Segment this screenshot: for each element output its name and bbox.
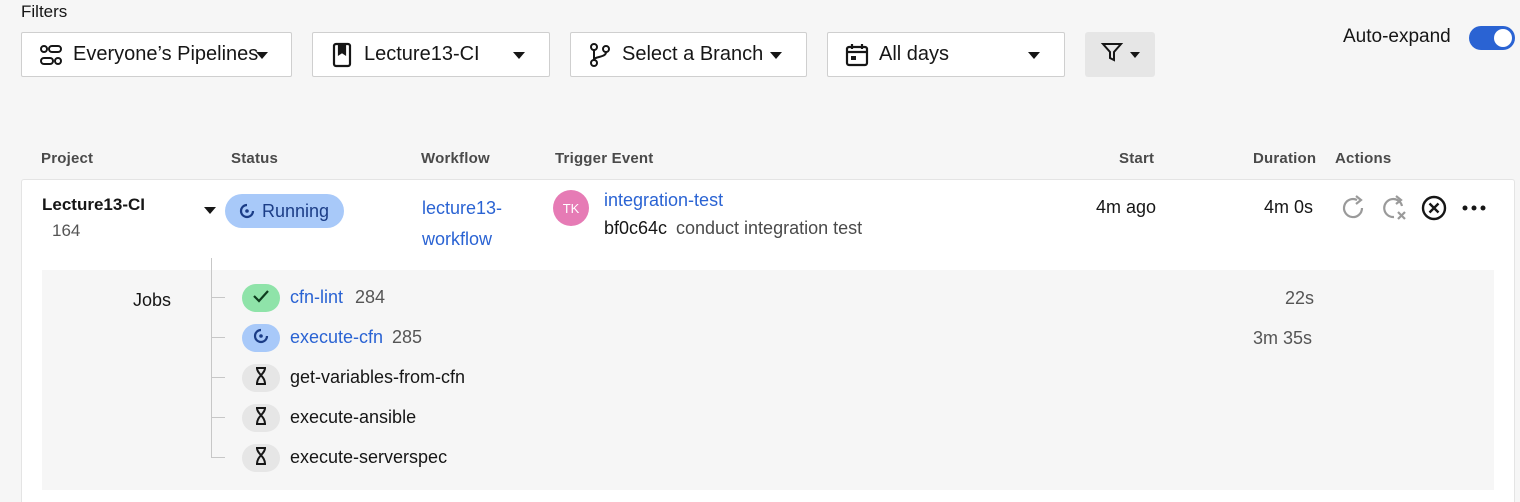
column-header-project: Project: [41, 150, 94, 167]
job-duration: 22s: [1285, 288, 1315, 308]
chevron-down-icon: [256, 52, 268, 59]
column-header-workflow: Workflow: [421, 150, 490, 167]
workflow-line-1: lecture13-: [422, 198, 503, 218]
branch-icon: [587, 42, 613, 68]
column-header-actions: Actions: [1335, 150, 1392, 167]
job-status-success-badge: [242, 284, 280, 312]
rerun-failed-icon: [1380, 194, 1408, 227]
cancel-icon: [1420, 194, 1448, 227]
chevron-down-icon: [513, 52, 525, 59]
job-status-queued-badge: [242, 364, 280, 392]
running-icon: [238, 202, 256, 220]
pipelines-filter-label: Everyone’s Pipelines: [73, 43, 259, 65]
commit-message: conduct integration test: [676, 218, 863, 238]
trigger-link[interactable]: integration-test: [604, 190, 723, 211]
column-header-start: Start: [1119, 150, 1155, 167]
more-actions-button[interactable]: [1460, 196, 1488, 224]
filters-title: Filters: [21, 2, 68, 21]
check-icon: [252, 287, 270, 310]
advanced-filter-button[interactable]: [1085, 32, 1155, 77]
branch-filter-label: Select a Branch: [622, 43, 764, 65]
hourglass-icon: [254, 446, 268, 470]
job-duration: 3m 35s: [1253, 328, 1313, 348]
job-status-queued-badge: [242, 444, 280, 472]
running-icon: [252, 327, 270, 350]
job-name: get-variables-from-cfn: [290, 367, 466, 387]
jobs-label: Jobs: [133, 290, 172, 310]
commit-sha[interactable]: bf0c64c: [604, 218, 667, 239]
column-header-duration: Duration: [1253, 150, 1317, 167]
auto-expand-label: Auto-expand: [1343, 26, 1451, 47]
hourglass-icon: [254, 406, 268, 430]
project-filter-dropdown[interactable]: Lecture13-CI: [312, 32, 550, 77]
tree-line: [211, 258, 212, 458]
column-header-trigger: Trigger Event: [555, 150, 654, 167]
job-link[interactable]: execute-cfn: [290, 327, 383, 348]
funnel-icon: [1100, 40, 1124, 69]
job-status-queued-badge: [242, 404, 280, 432]
chevron-down-icon: [1028, 52, 1040, 59]
job-name: execute-serverspec: [290, 447, 448, 467]
pipeline-duration: 4m 0s: [1264, 197, 1314, 217]
workflow-link[interactable]: lecture13- workflow: [422, 193, 532, 255]
pipelines-icon: [38, 42, 64, 68]
auto-expand-toggle[interactable]: [1469, 26, 1515, 50]
column-header-status: Status: [231, 150, 279, 167]
job-number: 285: [392, 327, 423, 347]
project-filter-label: Lecture13-CI: [364, 43, 480, 65]
collapse-toggle-icon[interactable]: [204, 207, 216, 214]
job-status-running-badge: [242, 324, 280, 352]
workflow-line-2: workflow: [422, 229, 493, 249]
branch-filter-dropdown[interactable]: Select a Branch: [570, 32, 807, 77]
rerun-failed-button[interactable]: [1380, 194, 1408, 227]
status-badge: Running: [225, 194, 344, 228]
pipeline-number: 164: [52, 221, 81, 240]
bookmark-icon: [329, 42, 355, 68]
calendar-icon: [844, 42, 870, 68]
avatar: TK: [553, 190, 589, 226]
status-label: Running: [262, 200, 330, 221]
days-filter-label: All days: [879, 43, 950, 65]
project-name: Lecture13-CI: [42, 195, 145, 214]
chevron-down-icon: [1130, 51, 1140, 58]
hourglass-icon: [254, 366, 268, 390]
cancel-button[interactable]: [1420, 194, 1448, 227]
job-number: 284: [355, 287, 386, 307]
start-time: 4m ago: [1096, 197, 1157, 217]
job-link[interactable]: cfn-lint: [290, 287, 343, 308]
days-filter-dropdown[interactable]: All days: [827, 32, 1065, 77]
rerun-button[interactable]: [1340, 194, 1368, 227]
chevron-down-icon: [770, 52, 782, 59]
more-icon: [1460, 194, 1488, 227]
rerun-icon: [1340, 194, 1368, 227]
job-name: execute-ansible: [290, 407, 417, 427]
pipelines-filter-dropdown[interactable]: Everyone’s Pipelines: [21, 32, 292, 77]
